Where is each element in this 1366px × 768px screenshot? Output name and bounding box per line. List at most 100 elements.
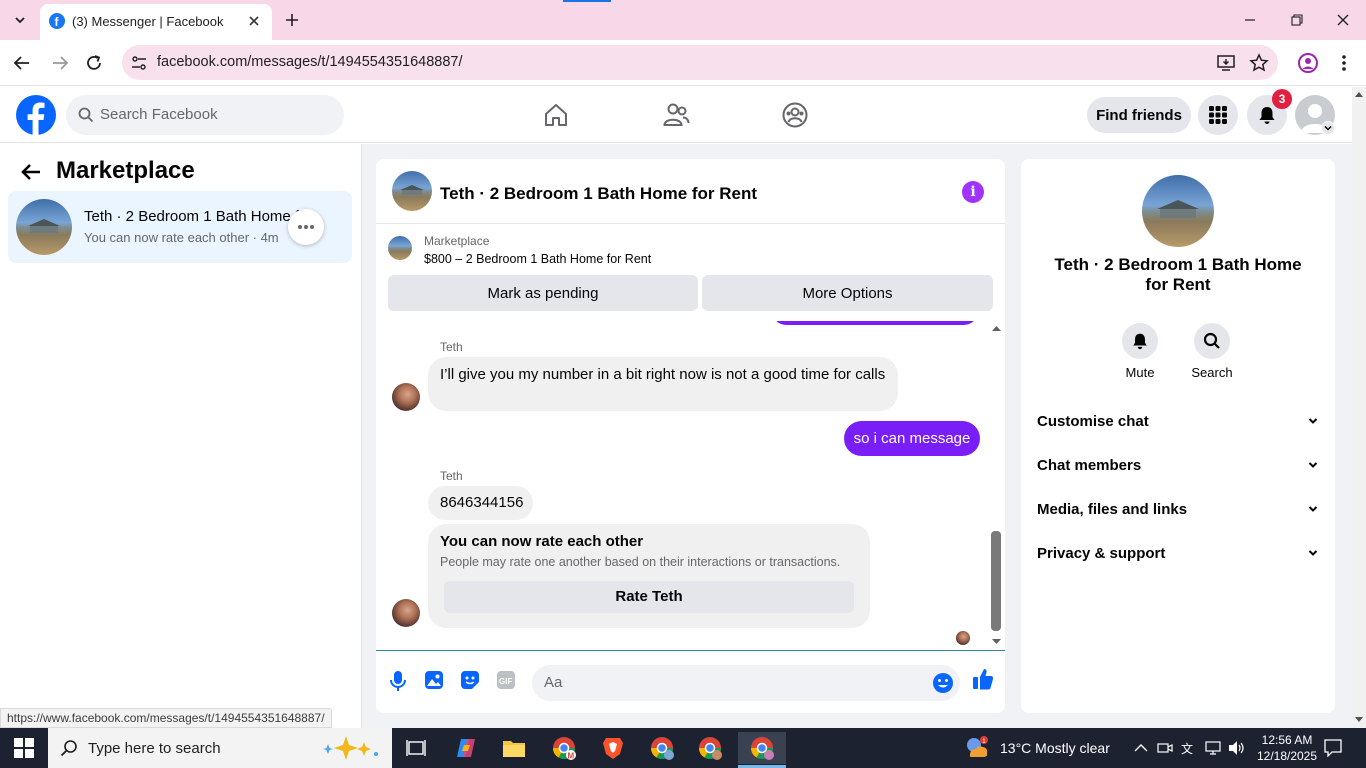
more-options-button[interactable]: More Options [702, 275, 993, 311]
privacy-support-row[interactable]: Privacy & support [1037, 541, 1319, 565]
volume-icon[interactable] [1228, 740, 1246, 756]
site-settings-icon[interactable] [130, 54, 148, 72]
browser-menu-icon[interactable] [1336, 52, 1352, 74]
close-tab-icon[interactable] [246, 13, 262, 29]
facebook-search-input[interactable]: Search Facebook [66, 95, 344, 135]
back-arrow-icon[interactable] [20, 161, 42, 183]
copilot-icon[interactable] [446, 732, 486, 764]
menu-grid-icon[interactable] [1198, 95, 1238, 135]
profile-icon[interactable] [1297, 52, 1319, 74]
chat-members-row[interactable]: Chat members [1037, 453, 1319, 477]
message-list[interactable]: Teth I’ll give you my number in a bit ri… [376, 321, 1005, 651]
facebook-header: Search Facebook Find friends 3 [0, 87, 1352, 143]
chrome-active-window-icon[interactable] [738, 732, 786, 764]
customise-chat-row[interactable]: Customise chat [1037, 409, 1319, 433]
thumbs-up-icon[interactable] [972, 667, 994, 691]
close-window-icon[interactable] [1333, 10, 1353, 30]
message-input[interactable]: Aa [532, 665, 960, 701]
chat-avatar[interactable] [392, 171, 432, 211]
mute-bell-icon [1122, 323, 1158, 359]
message-composer: GIF Aa [376, 651, 1005, 713]
emoji-icon[interactable] [932, 672, 954, 694]
mute-label: Mute [1125, 365, 1155, 380]
windows-start-icon[interactable] [14, 738, 34, 758]
chevron-down-icon [1308, 550, 1318, 556]
find-friends-button[interactable]: Find friends [1087, 97, 1191, 133]
conversation-subtitle: You can now rate each other · 4m [84, 230, 279, 245]
sparkle-highlight-icon [320, 734, 382, 762]
weather-text[interactable]: 13°C Mostly clear [1000, 740, 1110, 756]
chevron-down-icon [1308, 418, 1318, 424]
browser-tab[interactable]: f (3) Messenger | Facebook [40, 4, 272, 40]
listing-title[interactable]: $800 – 2 Bedroom 1 Bath Home for Rent [424, 252, 651, 266]
chrome-profile-icon[interactable] [690, 732, 730, 764]
rate-card-subtitle: People may rate one another based on the… [440, 555, 841, 569]
tab-search-chevron-icon[interactable] [10, 10, 30, 30]
search-placeholder: Search Facebook [100, 106, 218, 123]
search-icon [1194, 323, 1230, 359]
conversation-list-item[interactable]: Teth · 2 Bedroom 1 Bath Home f... You ca… [8, 191, 352, 263]
meet-now-icon[interactable] [1157, 740, 1173, 756]
taskbar-search-box[interactable]: Type here to search [48, 728, 392, 768]
microphone-icon[interactable] [388, 670, 408, 692]
facebook-logo-icon[interactable] [16, 95, 56, 135]
browser-toolbar: facebook.com/messages/t/1494554351648887… [0, 40, 1366, 86]
search-in-conversation-button[interactable]: Search [1182, 323, 1242, 380]
status-bar-url: https://www.facebook.com/messages/t/1494… [0, 708, 332, 728]
section-label: Privacy & support [1037, 544, 1166, 562]
file-explorer-icon[interactable] [494, 732, 534, 764]
gif-icon[interactable]: GIF [496, 670, 516, 690]
sender-avatar[interactable] [392, 383, 420, 411]
restore-icon[interactable] [1287, 10, 1307, 30]
taskbar-search-placeholder: Type here to search [88, 740, 221, 757]
home-icon[interactable] [542, 101, 570, 129]
incoming-message[interactable]: I’ll give you my number in a bit right n… [428, 357, 898, 411]
network-icon[interactable] [1204, 740, 1222, 756]
weather-icon[interactable]: 1 [964, 735, 990, 761]
system-clock[interactable]: 12:56 AM 12/18/2025 [1254, 732, 1320, 764]
groups-icon[interactable] [781, 101, 809, 129]
friends-icon[interactable] [662, 101, 690, 129]
outgoing-message[interactable]: so i can message [844, 421, 980, 456]
chevron-down-icon [1308, 506, 1318, 512]
brave-browser-icon[interactable] [593, 732, 633, 764]
messenger-page: Marketplace Teth · 2 Bedroom 1 Bath Home… [0, 144, 1352, 728]
chrome-gmail-profile-icon[interactable]: M [544, 732, 584, 764]
address-bar[interactable]: facebook.com/messages/t/1494554351648887… [122, 45, 1278, 80]
previous-message-bubble [772, 321, 978, 325]
minimize-icon[interactable] [1240, 10, 1260, 30]
mute-button[interactable]: Mute [1110, 323, 1170, 380]
info-avatar[interactable] [1142, 175, 1214, 247]
input-language-icon[interactable]: 文 [1180, 740, 1196, 756]
chat-header: Teth · 2 Bedroom 1 Bath Home for Rent i [376, 159, 1005, 224]
chevron-up-icon[interactable] [1134, 742, 1148, 754]
rate-button[interactable]: Rate Teth [444, 581, 854, 613]
photo-icon[interactable] [424, 670, 444, 690]
message-sender: Teth [440, 340, 463, 354]
clock-time: 12:56 AM [1261, 733, 1313, 747]
conversation-info-icon[interactable]: i [962, 181, 984, 203]
page-scrollbar[interactable] [1352, 87, 1366, 728]
new-tab-plus-icon[interactable] [282, 10, 302, 30]
chrome-profile-icon[interactable] [642, 732, 682, 764]
account-chevron-down-icon[interactable] [1321, 121, 1335, 135]
reload-icon[interactable] [84, 53, 104, 73]
notification-center-icon[interactable] [1324, 739, 1342, 757]
more-options-icon[interactable] [288, 209, 324, 245]
sticker-icon[interactable] [460, 670, 480, 690]
forward-arrow-icon[interactable] [50, 53, 70, 73]
tab-title: (3) Messenger | Facebook [72, 14, 224, 29]
install-app-icon[interactable] [1216, 53, 1236, 73]
sender-avatar[interactable] [392, 599, 420, 627]
media-files-links-row[interactable]: Media, files and links [1037, 497, 1319, 521]
bookmark-star-icon[interactable] [1249, 53, 1269, 73]
back-arrow-icon[interactable] [12, 53, 32, 73]
mark-as-pending-button[interactable]: Mark as pending [388, 275, 698, 311]
svg-text:文: 文 [1181, 741, 1193, 756]
incoming-message[interactable]: 8646344156 [428, 486, 533, 520]
message-scrollbar[interactable] [988, 321, 1005, 650]
task-view-icon[interactable] [396, 732, 436, 764]
listing-thumbnail [388, 236, 412, 260]
svg-text:M: M [568, 752, 575, 761]
chat-title[interactable]: Teth · 2 Bedroom 1 Bath Home for Rent [440, 184, 757, 204]
